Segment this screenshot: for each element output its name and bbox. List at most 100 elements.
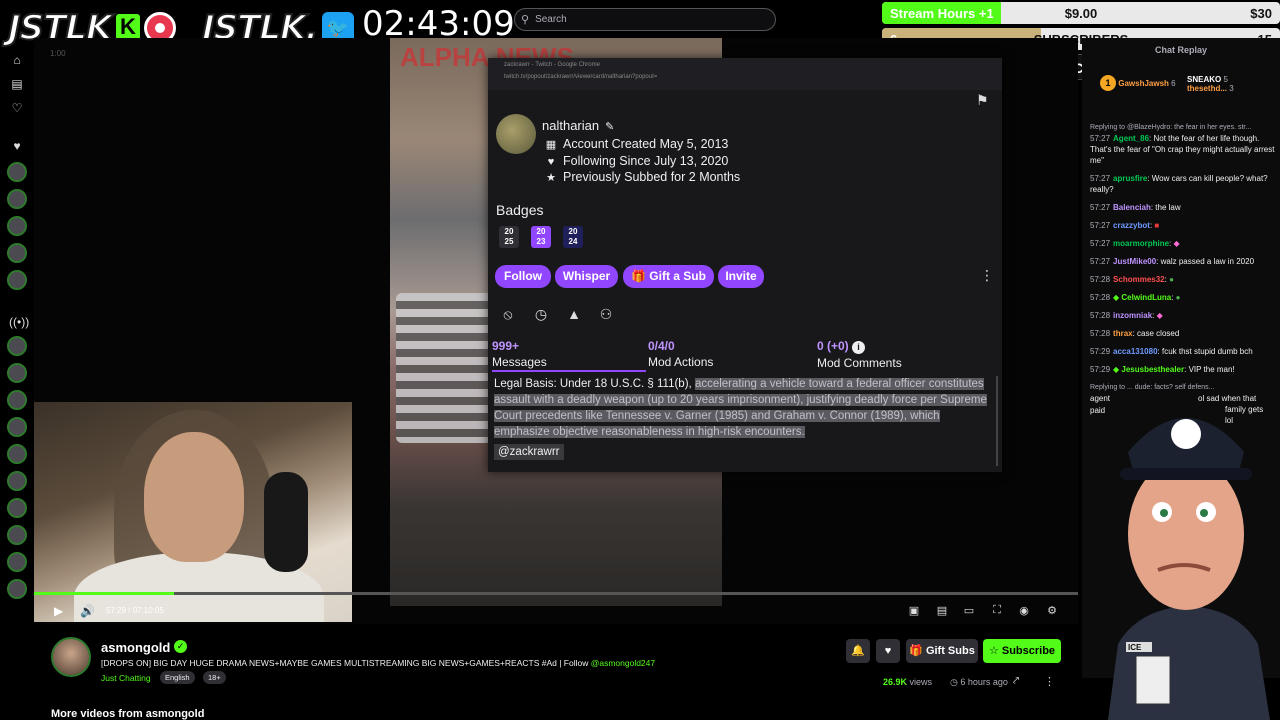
chat-user[interactable]: JustMike00: [1113, 257, 1156, 266]
chat-user[interactable]: Schommes32: [1113, 275, 1165, 284]
chat-user[interactable]: aprusfire: [1113, 174, 1147, 183]
chat-time: 57:27: [1090, 239, 1111, 248]
webcam-face: [144, 432, 244, 562]
speed-icon[interactable]: ◉: [1017, 604, 1031, 617]
viewer-avatar: [496, 114, 536, 154]
mascot-face: [1128, 458, 1244, 610]
chat-user[interactable]: acca131080: [1113, 347, 1158, 356]
chat-user[interactable]: thrax: [1113, 329, 1133, 338]
info-icon[interactable]: i: [852, 341, 866, 354]
fullscreen-icon[interactable]: ⛶: [990, 604, 1004, 617]
gift-subs-button[interactable]: 🎁 Gift Subs: [906, 639, 978, 663]
mascot-ice-text: ICE: [1128, 643, 1142, 652]
recommended-channel-avatar[interactable]: [7, 363, 27, 383]
chat-message: 57:27 Agent_86: Not the fear of her life …: [1090, 134, 1275, 165]
invite-button[interactable]: Invite: [718, 265, 764, 288]
recommended-channel-avatar[interactable]: [7, 498, 27, 518]
theatre-mode-icon[interactable]: ▭: [962, 604, 976, 617]
badge-top: 20: [504, 227, 514, 236]
subscribe-button[interactable]: ☆ Subscribe: [983, 639, 1061, 663]
recommended-channel-avatar[interactable]: [7, 390, 27, 410]
tab-mod-comments[interactable]: 0 (+0) i Mod Comments: [817, 339, 902, 370]
recommended-channel-avatar[interactable]: [7, 444, 27, 464]
pencil-icon[interactable]: ✎: [605, 121, 614, 133]
chat-user[interactable]: crazzybot: [1113, 221, 1150, 230]
subscribe-label: Subscribe: [1001, 645, 1056, 657]
emote-icon: ◆: [1156, 311, 1163, 320]
chat-user[interactable]: Jesusbesthealer: [1121, 365, 1184, 374]
recommended-channel-avatar[interactable]: [7, 579, 27, 599]
followed-channel-avatar[interactable]: [7, 243, 27, 263]
message-scrollbar[interactable]: [996, 376, 998, 466]
tab-mod-actions[interactable]: 0/4/0 Mod Actions: [648, 339, 713, 369]
stream-title-mention[interactable]: @asmongold247: [591, 658, 655, 668]
gift-icon: 🎁: [909, 645, 926, 657]
search-input[interactable]: ⚲ Search: [514, 8, 776, 31]
follow-button[interactable]: Follow: [495, 265, 551, 288]
volume-icon[interactable]: 🔊: [80, 604, 95, 618]
more-options-icon[interactable]: ⋮: [1044, 675, 1055, 688]
chat-user[interactable]: CelwindLuna: [1121, 293, 1171, 302]
message-mention[interactable]: @zackrawrr: [494, 444, 564, 460]
recommended-channel-avatar[interactable]: [7, 552, 27, 572]
sub-badge-2023[interactable]: 20 23: [531, 226, 551, 248]
recommended-channel-avatar[interactable]: [7, 525, 27, 545]
report-flag-icon[interactable]: ⚑: [976, 92, 989, 109]
reply-context: Replying to ... dude: facts? self defens…: [1090, 384, 1215, 391]
sub-badge-2025[interactable]: 20 25: [499, 226, 519, 248]
badges-heading: Badges: [496, 202, 544, 218]
ban-icon[interactable]: ⦸: [499, 306, 517, 324]
notification-bell-icon[interactable]: 🔔: [846, 639, 870, 663]
followed-channel-avatar[interactable]: [7, 189, 27, 209]
small-timer: 1:00: [50, 49, 66, 58]
browser-chrome: zackrawrr - Twitch - Google Chrome twitc…: [488, 58, 1002, 90]
viewer-card-window: zackrawrr - Twitch - Google Chrome twitc…: [488, 58, 1002, 472]
followed-channel-avatar[interactable]: [7, 162, 27, 182]
gift-sub-button[interactable]: 🎁 Gift a Sub: [623, 265, 714, 288]
category-link[interactable]: Just Chatting: [101, 673, 151, 683]
recommended-channel-avatar[interactable]: [7, 471, 27, 491]
tag-english[interactable]: English: [160, 671, 195, 684]
warn-icon[interactable]: ▲: [565, 306, 583, 324]
chat-user[interactable]: Agent_86: [1113, 134, 1149, 143]
following-icon[interactable]: ♡: [9, 100, 25, 116]
chat-user[interactable]: moarmorphine: [1113, 239, 1169, 248]
follow-heart-icon[interactable]: ♥: [876, 639, 900, 663]
tab-messages[interactable]: 999+ Messages: [492, 339, 547, 369]
channel-name[interactable]: asmongold: [101, 640, 170, 655]
kick-logo-icon: K: [116, 14, 140, 40]
recommended-channel-avatar[interactable]: [7, 417, 27, 437]
more-options-icon[interactable]: ⋮: [980, 267, 994, 284]
browse-icon[interactable]: ▤: [9, 76, 25, 92]
home-icon[interactable]: ⌂: [9, 52, 25, 68]
mini-player-icon[interactable]: ▤: [935, 604, 949, 617]
reply-context: Replying to @BlazeHydro: the fear in her…: [1090, 124, 1252, 131]
chat-time: 57:28: [1090, 275, 1111, 284]
active-tab-indicator: [492, 370, 646, 372]
chat-message: 57:27 crazzybot: ■: [1090, 221, 1160, 230]
sub-badge-2024[interactable]: 20 24: [563, 226, 583, 248]
settings-gear-icon[interactable]: ⚙: [1045, 604, 1059, 617]
pip-icon[interactable]: ▣: [907, 604, 921, 617]
chat-user[interactable]: inzomniak: [1113, 311, 1152, 320]
whisper-button[interactable]: Whisper: [555, 265, 618, 288]
add-mod-icon[interactable]: ⚇: [597, 306, 615, 324]
viewer-username[interactable]: naltharian ✎: [542, 118, 614, 133]
chat-user[interactable]: Balenciah: [1113, 203, 1151, 212]
view-count: 26.9K views: [883, 677, 932, 687]
timeout-icon[interactable]: ◷: [532, 306, 550, 324]
followed-channel-avatar[interactable]: [7, 216, 27, 236]
channel-avatar[interactable]: [51, 637, 91, 677]
chat-message: 57:28 ◆ CelwindLuna: ●: [1090, 293, 1181, 302]
play-icon[interactable]: ▶: [54, 604, 63, 618]
chat-time: 57:29: [1090, 365, 1111, 374]
mod-actions-count: 0/4/0: [648, 339, 675, 353]
seek-bar[interactable]: [34, 592, 1078, 595]
followed-channel-avatar[interactable]: [7, 270, 27, 290]
share-icon[interactable]: ⤤: [1013, 675, 1019, 688]
tag-mature[interactable]: 18+: [203, 671, 226, 684]
recommended-channel-avatar[interactable]: [7, 336, 27, 356]
mascot-cap-brim: [1120, 468, 1252, 480]
badge-top: 20: [568, 227, 578, 236]
third-gifter-count: 3: [1229, 84, 1234, 93]
